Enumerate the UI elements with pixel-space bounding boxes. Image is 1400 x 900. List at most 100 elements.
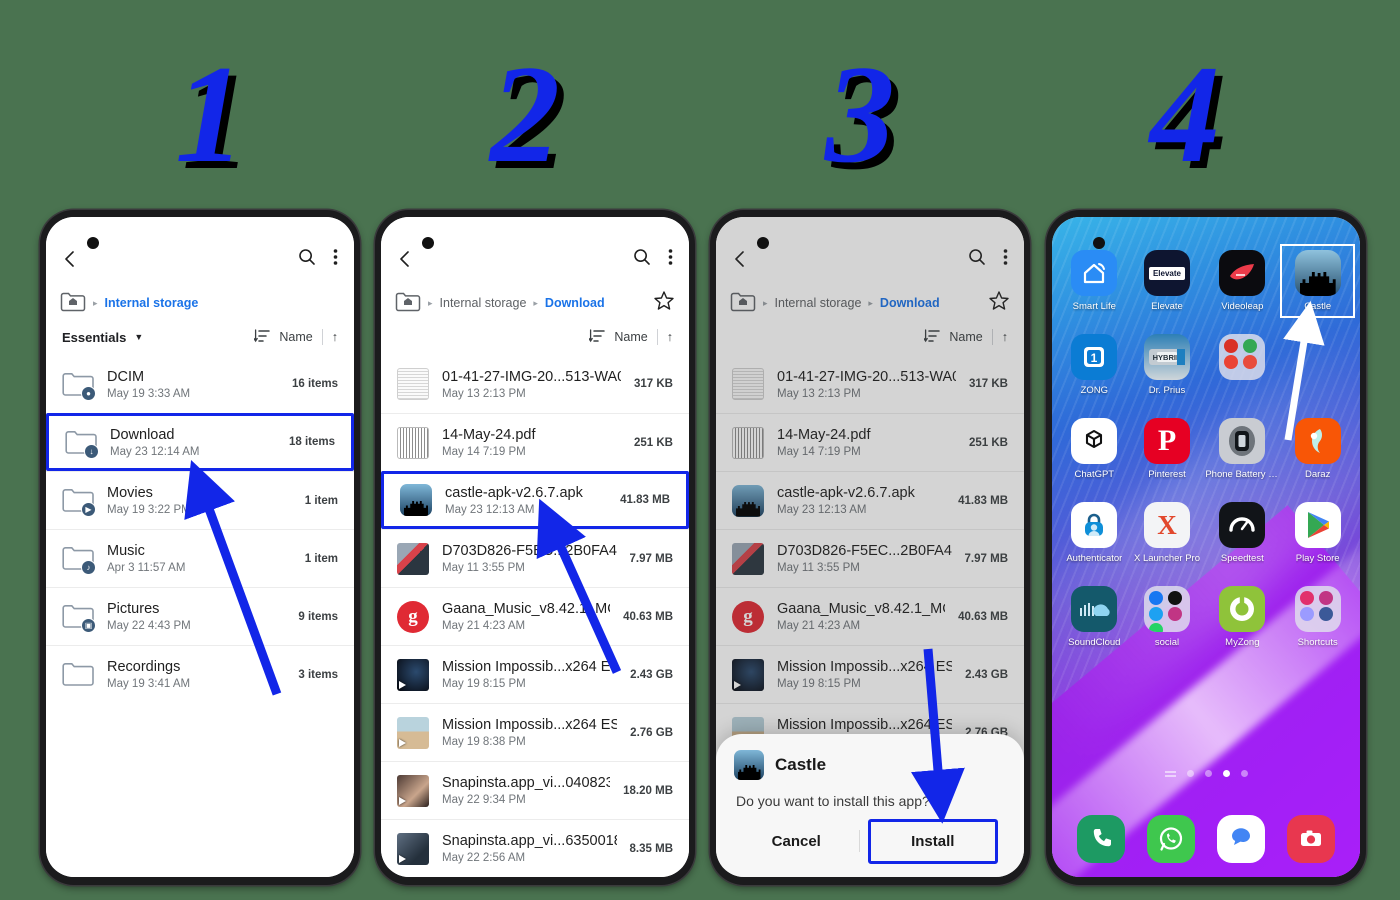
page-dot[interactable] [1240,770,1248,777]
search-icon[interactable] [632,247,652,272]
breadcrumb-internal-storage[interactable]: Internal storage [775,296,862,310]
app-daraz-icon[interactable]: Daraz [1281,413,1354,485]
sort-icon[interactable] [253,328,271,346]
app-chatgpt-icon[interactable]: ChatGPT [1058,413,1131,485]
file-row[interactable]: castle-apk-v2.6.7.apk May 23 12:13 AM 41.8… [381,471,689,529]
camera-icon[interactable] [1287,815,1335,863]
menu-dots-icon[interactable] [1164,770,1176,777]
file-row[interactable]: 01-41-27-IMG-20...513-WA0016.jpg May 13 2… [716,355,1024,413]
app-speedtest-icon[interactable]: Speedtest [1203,497,1281,569]
app-label: Castle [1304,301,1332,312]
home-folder-icon[interactable] [395,290,421,317]
image-thumbnail [397,542,429,575]
favorite-star-icon[interactable] [653,290,675,317]
breadcrumb-download[interactable]: Download [545,296,605,310]
app-shortcuts-folder-icon[interactable]: Shortcuts [1281,581,1354,653]
app-elevate-icon[interactable]: Elevate Elevate [1131,245,1204,317]
app-myzong-icon[interactable]: MyZong [1203,581,1281,653]
sort-icon[interactable] [923,328,941,346]
file-name: 01-41-27-IMG-20...513-WA0016.jpg [442,368,621,385]
messages-icon[interactable] [1217,815,1265,863]
breadcrumb-internal-storage[interactable]: Internal storage [440,296,527,310]
folder-row[interactable]: ▣ Pictures May 22 4:43 PM 9 items [46,587,354,645]
folder-row[interactable]: ↓ Download May 23 12:14 AM 18 items [46,413,354,471]
file-row[interactable]: D703D826-F5EC...2B0FA43AF.png May 11 3:55… [381,529,689,587]
file-row[interactable]: Snapinsta.app_vi...0408232_n.mp4 May 22 9… [381,761,689,819]
file-row[interactable]: g Gaana_Music_v8.42.1_MOD.apk May 21 4:23 … [381,587,689,645]
page-dot[interactable] [1204,770,1212,777]
file-row[interactable]: 14-May-24.pdf May 14 7:19 PM 251 KB [716,413,1024,471]
file-date: May 13 2:13 PM [442,387,526,400]
sort-order-ascending-icon[interactable]: ↑ [1002,330,1008,344]
folder-item-count: 18 items [288,436,335,448]
folder-row[interactable]: Recordings May 19 3:41 AM 3 items [46,645,354,703]
back-icon[interactable] [395,249,415,269]
daraz-icon [1294,418,1341,464]
more-options-icon[interactable] [333,247,338,272]
phone-icon[interactable] [1077,815,1125,863]
essentials-dropdown[interactable]: Essentials ▼ [62,330,143,345]
file-row[interactable]: 01-41-27-IMG-20...513-WA0016.jpg May 13 2… [381,355,689,413]
sort-icon[interactable] [588,328,606,346]
install-button[interactable]: Install [867,818,998,864]
page-dot[interactable] [1186,770,1194,777]
folder-row[interactable]: ▶ Movies May 19 3:22 PM 1 item [46,471,354,529]
step-numbers: 1 2 3 4 [0,0,1400,200]
home-folder-icon[interactable] [730,290,756,317]
app-label: SoundCloud [1068,637,1121,648]
app-zong-icon[interactable]: 1 ZONG [1058,329,1131,401]
authenticator-icon [1071,502,1118,548]
camera-punch-hole-icon [422,237,434,249]
file-row[interactable]: Mission Impossib...x264 ESubs.mkv May 19 … [381,645,689,703]
app-authenticator-icon[interactable]: Authenticator [1058,497,1131,569]
more-options-icon[interactable] [1003,247,1008,272]
app-folder-icon[interactable] [1203,329,1281,401]
home-folder-icon[interactable] [60,290,86,317]
file-row[interactable]: D703D826-F5EC...2B0FA43AF.png May 11 3:55… [716,529,1024,587]
breadcrumb-download[interactable]: Download [880,296,940,310]
folder-item-count: 3 items [298,668,338,681]
file-row[interactable]: Snapinsta.app_vi...6350018_n.mp4 May 22 2… [381,819,689,877]
app-videoleap-icon[interactable]: Videoleap [1203,245,1281,317]
back-icon[interactable] [60,249,80,269]
page-dot[interactable] [1222,770,1230,777]
sort-field-label[interactable]: Name [279,330,312,344]
file-row[interactable]: Mission Impossib...x264 ESubs.mkv May 19 … [381,703,689,761]
back-icon[interactable] [730,249,750,269]
file-row[interactable]: Mission Impossib...x264 ESubs.mkv May 19 … [716,645,1024,703]
breadcrumb-internal-storage[interactable]: Internal storage [105,296,199,310]
file-row[interactable]: castle-apk-v2.6.7.apk May 23 12:13 AM 41.8… [716,471,1024,529]
folder-name: Pictures [107,601,160,617]
app-social-folder-icon[interactable]: social [1131,581,1204,653]
file-name: Mission Impossib...x264 ESubs.mkv [777,659,953,675]
sort-order-ascending-icon[interactable]: ↑ [667,330,673,344]
sort-order-ascending-icon[interactable]: ↑ [332,330,338,344]
app-x-launcher-icon[interactable]: X X Launcher Pro [1131,497,1204,569]
more-options-icon[interactable] [668,247,673,272]
app-label: Pinterest [1148,469,1186,480]
folder-row[interactable]: ● DCIM May 19 3:33 AM 16 items [46,355,354,413]
app-play-store-icon[interactable]: Play Store [1281,497,1354,569]
app-castle-icon[interactable]: Castle [1280,244,1355,318]
sort-field-label[interactable]: Name [614,330,647,344]
file-row[interactable]: g Gaana_Music_v8.42.1_MOD.apk May 21 4:23 … [716,587,1024,645]
sort-field-label[interactable]: Name [949,330,982,344]
search-icon[interactable] [967,247,987,272]
whatsapp-icon[interactable] [1147,815,1195,863]
app-phone-battery-icon[interactable]: Phone Battery C... [1203,413,1281,485]
cancel-button[interactable]: Cancel [734,822,859,861]
app-soundcloud-icon[interactable]: SoundCloud [1058,581,1131,653]
castle-icon [1294,250,1341,296]
app-label: Shortcuts [1297,637,1338,648]
folder-row[interactable]: ♪ Music Apr 3 11:57 AM 1 item [46,529,354,587]
app-label: Smart Life [1072,301,1116,312]
app-pinterest-icon[interactable]: P Pinterest [1131,413,1204,485]
app-dr-prius-icon[interactable]: HYBRID Dr. Prius [1131,329,1204,401]
search-icon[interactable] [297,247,317,272]
file-name: D703D826-F5EC...2B0FA43AF.png [442,543,617,559]
favorite-star-icon[interactable] [988,290,1010,317]
sort-controls-phone-3: Name ↑ [923,328,1008,346]
file-date: May 13 2:13 PM [777,387,861,400]
file-row[interactable]: 14-May-24.pdf May 14 7:19 PM 251 KB [381,413,689,471]
app-smart-life-icon[interactable]: Smart Life [1058,245,1131,317]
